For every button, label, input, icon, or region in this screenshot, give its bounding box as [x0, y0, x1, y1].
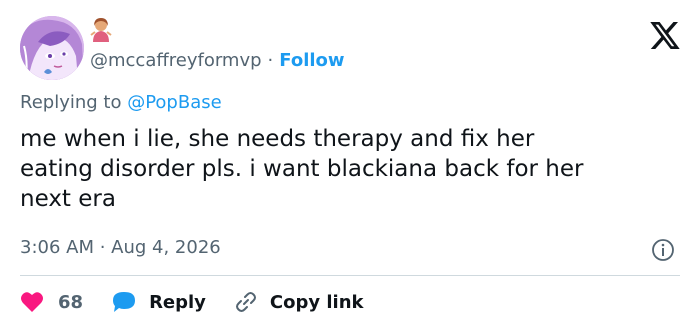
reply-label: Reply [149, 291, 206, 313]
author-row: @mccaffreyformvp · Follow [90, 47, 345, 73]
like-button[interactable]: 68 [20, 291, 111, 313]
follow-button[interactable]: Follow [279, 50, 344, 71]
x-logo-icon[interactable] [650, 22, 680, 49]
copy-link-button[interactable]: Copy link [234, 290, 364, 314]
action-bar: 68 Reply Copy link [20, 286, 364, 318]
tweet-text: me when i lie, she needs therapy and fix… [20, 126, 584, 212]
avatar[interactable] [20, 16, 84, 80]
reply-bubble-icon [113, 292, 136, 312]
info-icon[interactable] [651, 238, 675, 262]
copy-link-label: Copy link [269, 291, 364, 313]
link-icon [235, 292, 256, 312]
reply-mention-link[interactable]: @PopBase [127, 92, 221, 113]
author-handle[interactable]: @mccaffreyformvp [90, 50, 262, 71]
separator-dot: · [267, 49, 274, 71]
reply-context: Replying to @PopBase [20, 92, 222, 113]
like-count: 68 [58, 291, 84, 313]
tweet-timestamp[interactable]: 3:06 AM · Aug 4, 2026 [20, 237, 221, 258]
person-shrugging-emoji-icon [90, 18, 112, 42]
divider [20, 275, 680, 276]
reply-context-prefix: Replying to [20, 92, 128, 113]
avatar-image [20, 16, 84, 80]
reply-button[interactable]: Reply [111, 290, 234, 314]
heart-icon [21, 292, 43, 312]
